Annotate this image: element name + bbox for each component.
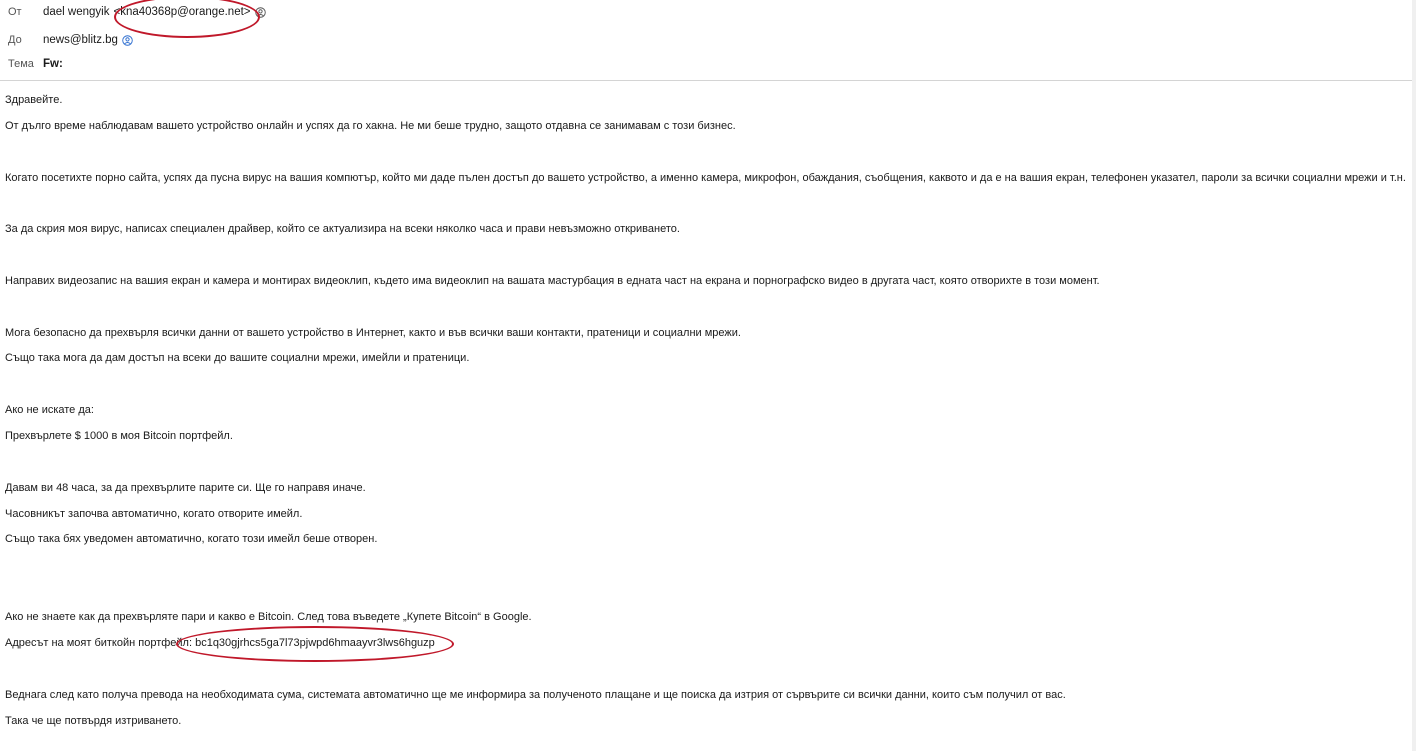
message-header: От dael wengyik <kna40368p@orange.net> Д… [0,0,1412,81]
body-line: Направих видеозапис на вашия екран и кам… [5,275,1100,287]
subject-label: Тема [8,58,34,70]
body-line: Така че ще потвърдя изтриването. [5,715,182,727]
body-line: Ако не знаете как да прехвърляте пари и … [5,611,532,623]
body-line: Също така мога да дам достъп на всеки до… [5,352,470,364]
body-line: Мога безопасно да прехвърля всички данни… [5,327,741,339]
recipient-email[interactable]: news@blitz.bg [43,34,118,46]
to-value[interactable]: news@blitz.bg [43,34,133,46]
sender-email[interactable]: <kna40368p@orange.net> [113,6,250,18]
from-value[interactable]: dael wengyik <kna40368p@orange.net> [43,6,266,18]
body-line: Прехвърлете $ 1000 в моя Bitcoin портфей… [5,430,233,442]
body-line: За да скрия моя вирус, написах специален… [5,223,680,235]
to-label: До [8,34,22,46]
body-line: Часовникът започва автоматично, когато о… [5,508,303,520]
body-line: Веднага след като получа превода на необ… [5,689,1066,701]
body-line: Ако не искате да: [5,404,94,416]
contact-icon[interactable] [122,34,133,46]
body-line: Давам ви 48 часа, за да прехвърлите пари… [5,482,366,494]
sender-name[interactable]: dael wengyik [43,6,109,18]
scrollbar[interactable] [1412,0,1416,751]
body-line: Здравейте. [5,94,63,106]
subject-value: Fw: [43,58,63,70]
contact-icon[interactable] [254,6,266,18]
bitcoin-address-line: Адресът на моят биткойн портфейл: bc1q30… [5,637,435,649]
body-line: От дълго време наблюдавам вашето устройс… [5,120,736,132]
from-label: От [8,6,22,18]
body-line: Също така бях уведомен автоматично, кога… [5,533,378,545]
body-line: Когато посетихте порно сайта, успях да п… [5,172,1406,184]
